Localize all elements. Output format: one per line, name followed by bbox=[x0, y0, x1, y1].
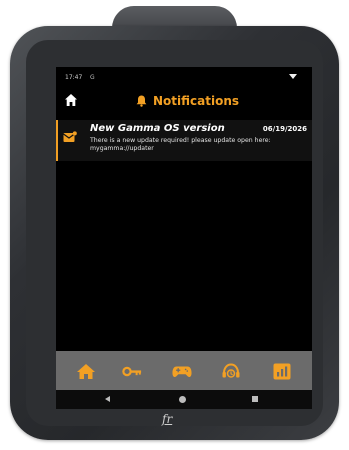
wifi-icon bbox=[289, 74, 297, 79]
notification-item[interactable]: New Gamma OS version 06/19/2026 There is… bbox=[56, 120, 312, 161]
mail-icon bbox=[63, 131, 77, 142]
brand-logo: fr bbox=[162, 412, 173, 426]
page-title: Notifications bbox=[153, 94, 240, 108]
page-header: Notifications bbox=[136, 93, 239, 109]
status-time: 17:47 bbox=[65, 74, 83, 81]
notification-body: There is a new update required! please u… bbox=[90, 137, 271, 152]
status-indicator: G bbox=[90, 74, 95, 81]
status-bar: 17:47 G bbox=[56, 67, 312, 87]
screen: 17:47 G Notifications New Gamma OS versi… bbox=[56, 67, 312, 409]
bell-icon bbox=[136, 95, 147, 107]
key-icon[interactable] bbox=[122, 363, 142, 380]
system-nav-bar bbox=[56, 390, 312, 409]
chart-icon[interactable] bbox=[272, 363, 292, 380]
notification-date: 06/19/2026 bbox=[262, 125, 307, 133]
support-icon[interactable] bbox=[221, 363, 241, 380]
back-icon[interactable] bbox=[105, 396, 110, 402]
bottom-nav-bar bbox=[56, 351, 312, 390]
gamepad-icon[interactable] bbox=[172, 363, 192, 380]
home-circle-icon[interactable] bbox=[179, 396, 186, 403]
notification-title: New Gamma OS version bbox=[90, 123, 225, 134]
recents-icon[interactable] bbox=[252, 396, 258, 402]
home-icon[interactable] bbox=[64, 93, 78, 107]
home-icon[interactable] bbox=[76, 363, 96, 380]
